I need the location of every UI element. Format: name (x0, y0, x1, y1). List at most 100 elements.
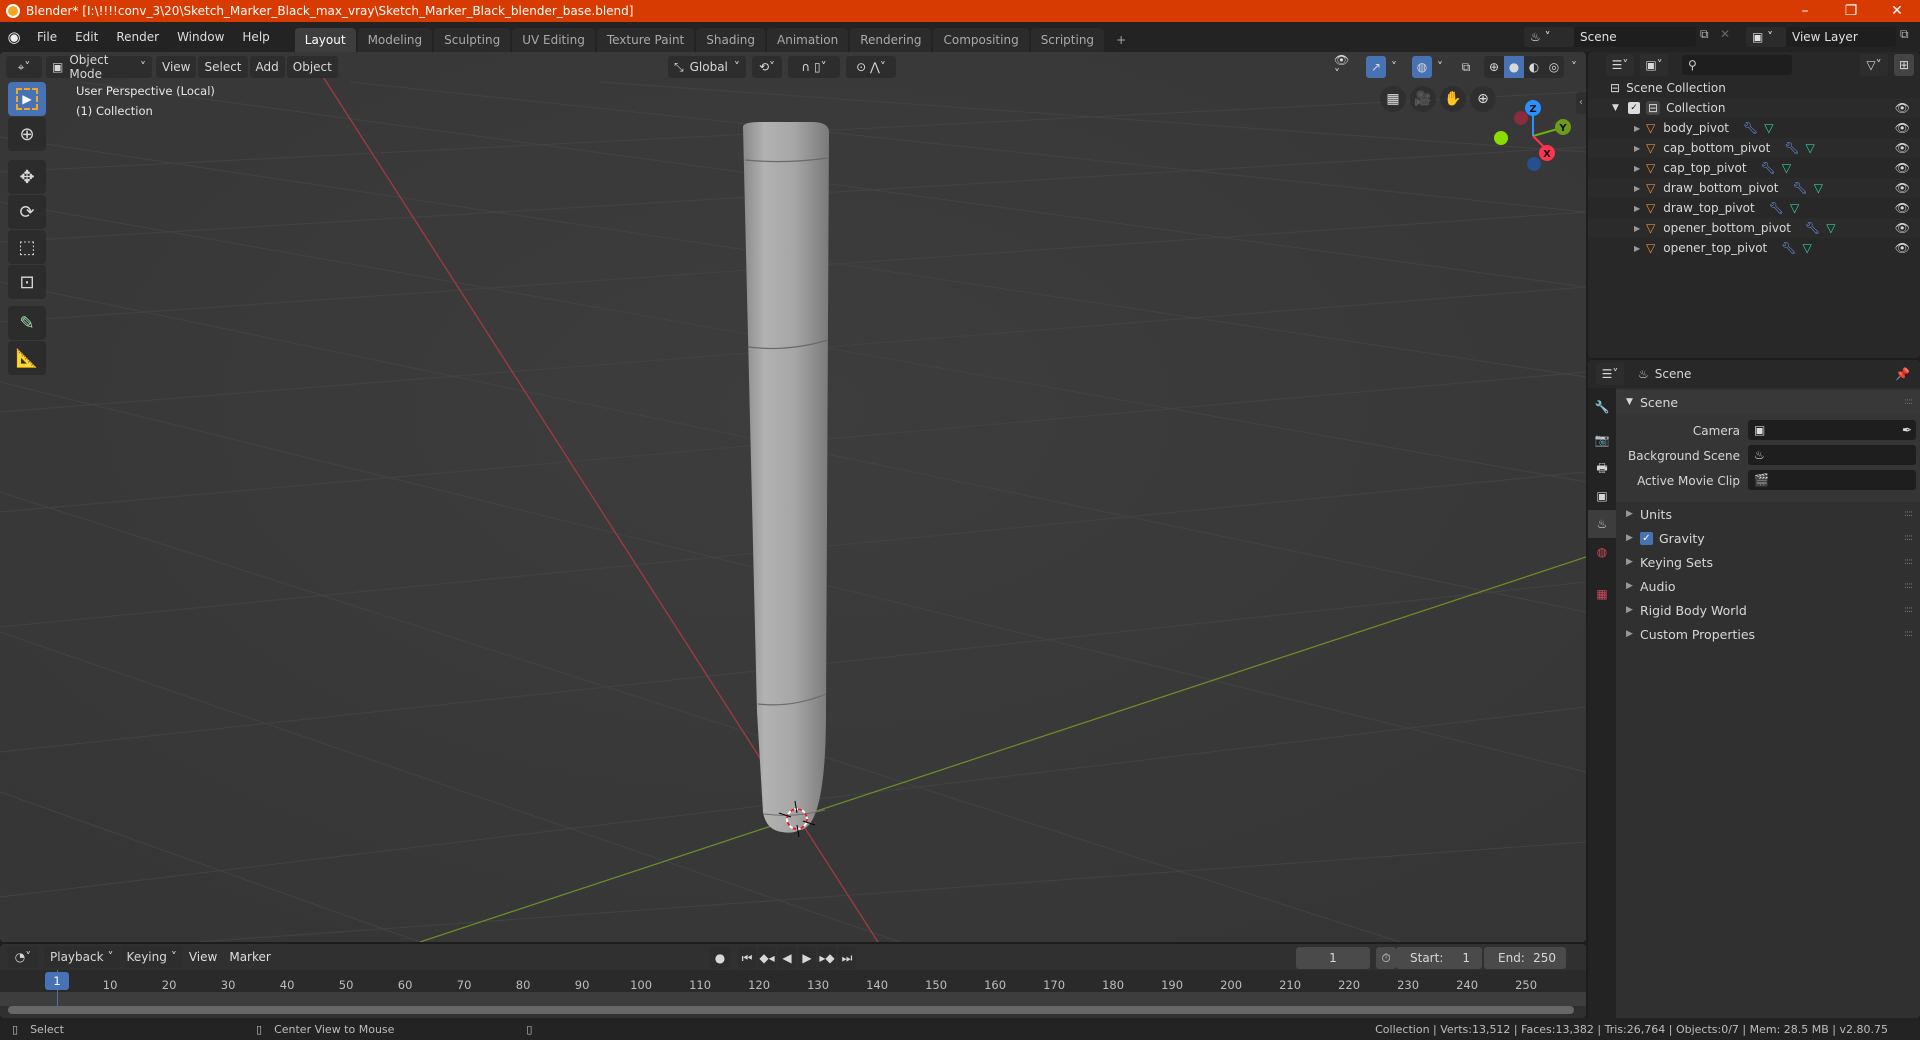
eye-icon[interactable]: 👁 (1895, 201, 1910, 215)
expand-arrow-icon[interactable]: ▶ (1634, 204, 1646, 213)
panel-keying-sets[interactable]: ▶ Keying Sets:::: (1616, 550, 1920, 574)
outliner-item[interactable]: ▶ ▽ cap_top_pivot 🔧︎ ▽ 👁 (1588, 158, 1920, 178)
keyframe-area[interactable] (0, 992, 1586, 1006)
drag-handle-icon[interactable]: :::: (1904, 533, 1913, 543)
tab-layout[interactable]: Layout (294, 28, 356, 52)
mesh-data-icon[interactable]: ▽ (1826, 221, 1835, 235)
modifier-wrench-icon[interactable]: 🔧︎ (1769, 201, 1784, 215)
playback-dropdown[interactable]: Playback ˅ (44, 946, 120, 968)
overlays-dropdown[interactable]: ˅ (1432, 56, 1448, 78)
record-button[interactable]: ● (710, 947, 730, 969)
modifier-wrench-icon[interactable]: 🔧︎ (1761, 161, 1776, 175)
view-layer-field[interactable]: View Layer (1786, 27, 1896, 47)
mesh-data-icon[interactable]: ▽ (1803, 241, 1812, 255)
view-layer-selector-button[interactable]: ▣ ˅ (1746, 27, 1786, 47)
jump-to-start-button[interactable]: ⏮ (738, 947, 756, 969)
tab-uv-editing[interactable]: UV Editing (512, 28, 595, 52)
selectability-visibility-dropdown[interactable]: 👁˅ (1328, 53, 1358, 81)
camera-field[interactable]: ▣ ✒ (1748, 420, 1916, 440)
tool-transform[interactable]: ⊡ (8, 265, 46, 299)
restore-button[interactable]: ❐ (1828, 3, 1874, 19)
snap-toggle[interactable]: ∩ ▯˅ (788, 56, 840, 78)
background-scene-field[interactable]: ♨ (1748, 445, 1916, 465)
drag-handle-icon[interactable]: :::: (1904, 557, 1913, 567)
modifier-wrench-icon[interactable]: 🔧︎ (1805, 221, 1820, 235)
overlays-toggle[interactable]: ◍ (1412, 56, 1432, 78)
close-button[interactable]: ✕ (1874, 3, 1920, 19)
active-movie-clip-field[interactable]: 🎬 (1748, 470, 1916, 490)
xray-toggle[interactable]: ⧉ (1456, 56, 1476, 78)
scene-collection-row[interactable]: ⊟ Scene Collection (1588, 78, 1920, 98)
end-frame-field[interactable]: End: 250 (1484, 947, 1566, 969)
tab-compositing[interactable]: Compositing (933, 28, 1029, 52)
tab-animation[interactable]: Animation (767, 28, 849, 52)
gizmo-toggle[interactable]: ↗ (1366, 56, 1386, 78)
playhead-frame-indicator[interactable]: 1 (45, 972, 69, 990)
menu-add[interactable]: Add (249, 56, 285, 78)
tab-scene[interactable]: ♨ (1588, 510, 1616, 538)
drag-handle-icon[interactable]: :::: (1904, 397, 1913, 407)
pan-view-button[interactable]: ✋ (1440, 86, 1466, 112)
start-frame-field[interactable]: Start: 1 (1396, 947, 1482, 969)
panel-units[interactable]: ▶ Units:::: (1616, 502, 1920, 526)
jump-to-end-button[interactable]: ⏭ (838, 947, 856, 969)
outliner-item[interactable]: ▶ ▽ body_pivot 🔧︎ ▽ 👁 (1588, 118, 1920, 138)
mesh-data-icon[interactable]: ▽ (1814, 181, 1823, 195)
outliner-item[interactable]: ▶ ▽ opener_bottom_pivot 🔧︎ ▽ 👁 (1588, 218, 1920, 238)
tab-modeling[interactable]: Modeling (357, 28, 433, 52)
toggle-camera-grid-button[interactable]: ▦ (1380, 86, 1406, 112)
tab-texture[interactable]: ▦ (1588, 580, 1616, 608)
panel-custom-properties[interactable]: ▶ Custom Properties:::: (1616, 622, 1920, 646)
tool-scale[interactable]: ⬚ (8, 230, 46, 264)
modifier-wrench-icon[interactable]: 🔧︎ (1743, 121, 1758, 135)
panel-scene-header[interactable]: ▼ Scene :::: (1616, 390, 1920, 414)
menu-render[interactable]: Render (107, 22, 168, 52)
blender-menu-icon[interactable]: ◉ (0, 28, 28, 46)
tool-rotate[interactable]: ⟳ (8, 195, 46, 229)
menu-object[interactable]: Object (286, 56, 338, 78)
minimize-button[interactable]: – (1782, 3, 1828, 19)
outliner-item[interactable]: ▶ ▽ draw_bottom_pivot 🔧︎ ▽ 👁 (1588, 178, 1920, 198)
zoom-view-button[interactable]: ⊕ (1470, 86, 1496, 112)
menu-marker[interactable]: Marker (223, 944, 276, 970)
new-collection-button[interactable]: ⊞ (1894, 54, 1914, 76)
tab-output[interactable]: 🖶 (1588, 454, 1616, 482)
tab-world[interactable]: ◍ (1588, 538, 1616, 566)
tab-render[interactable]: 📷 (1588, 426, 1616, 454)
editor-type-button[interactable]: ☰˅ (1596, 363, 1624, 385)
gizmo-dropdown[interactable]: ˅ (1386, 56, 1402, 78)
eyedropper-icon[interactable]: ✒ (1902, 423, 1912, 437)
panel-gravity[interactable]: ▶ ✓ Gravity:::: (1616, 526, 1920, 550)
mesh-data-icon[interactable]: ▽ (1782, 161, 1791, 175)
gravity-checkbox[interactable]: ✓ (1640, 531, 1653, 545)
add-workspace-button[interactable]: + (1106, 28, 1136, 52)
play-reverse-button[interactable]: ◀ (778, 947, 796, 969)
drag-handle-icon[interactable]: :::: (1904, 605, 1913, 615)
shading-wireframe-button[interactable]: ⊕ (1484, 56, 1504, 78)
tab-rendering[interactable]: Rendering (850, 28, 932, 52)
modifier-wrench-icon[interactable]: 🔧︎ (1781, 241, 1796, 255)
eye-icon[interactable]: 👁 (1895, 121, 1910, 135)
menu-file[interactable]: File (28, 22, 66, 52)
tab-view-layer[interactable]: ▣ (1588, 482, 1616, 510)
eye-icon[interactable]: 👁 (1895, 161, 1910, 175)
outliner-item[interactable]: ▶ ▽ opener_top_pivot 🔧︎ ▽ 👁 (1588, 238, 1920, 258)
outliner-search-input[interactable]: ⚲ (1682, 55, 1792, 75)
drag-handle-icon[interactable]: :::: (1904, 629, 1913, 639)
scene-name-field[interactable]: Scene (1574, 27, 1696, 47)
tab-scripting[interactable]: Scripting (1030, 28, 1105, 52)
menu-view[interactable]: View (183, 944, 223, 970)
mesh-data-icon[interactable]: ▽ (1790, 201, 1799, 215)
expand-arrow-icon[interactable]: ▶ (1634, 124, 1646, 133)
horizontal-scrollbar[interactable] (8, 1006, 1574, 1014)
use-preview-range-toggle[interactable]: ⏱ (1376, 947, 1396, 969)
disclosure-triangle-icon[interactable]: ▼ (1612, 103, 1628, 113)
current-frame-field[interactable]: 1 (1296, 947, 1370, 969)
tool-select-box[interactable]: ▶ (8, 82, 46, 116)
scene-selector-button[interactable]: ♨ ˅ (1524, 27, 1574, 47)
mesh-data-icon[interactable]: ▽ (1806, 141, 1815, 155)
outliner-item[interactable]: ▶ ▽ cap_bottom_pivot 🔧︎ ▽ 👁 (1588, 138, 1920, 158)
menu-window[interactable]: Window (168, 22, 233, 52)
eye-icon[interactable]: 👁 (1895, 181, 1910, 195)
outliner-item[interactable]: ▶ ▽ draw_top_pivot 🔧︎ ▽ 👁 (1588, 198, 1920, 218)
